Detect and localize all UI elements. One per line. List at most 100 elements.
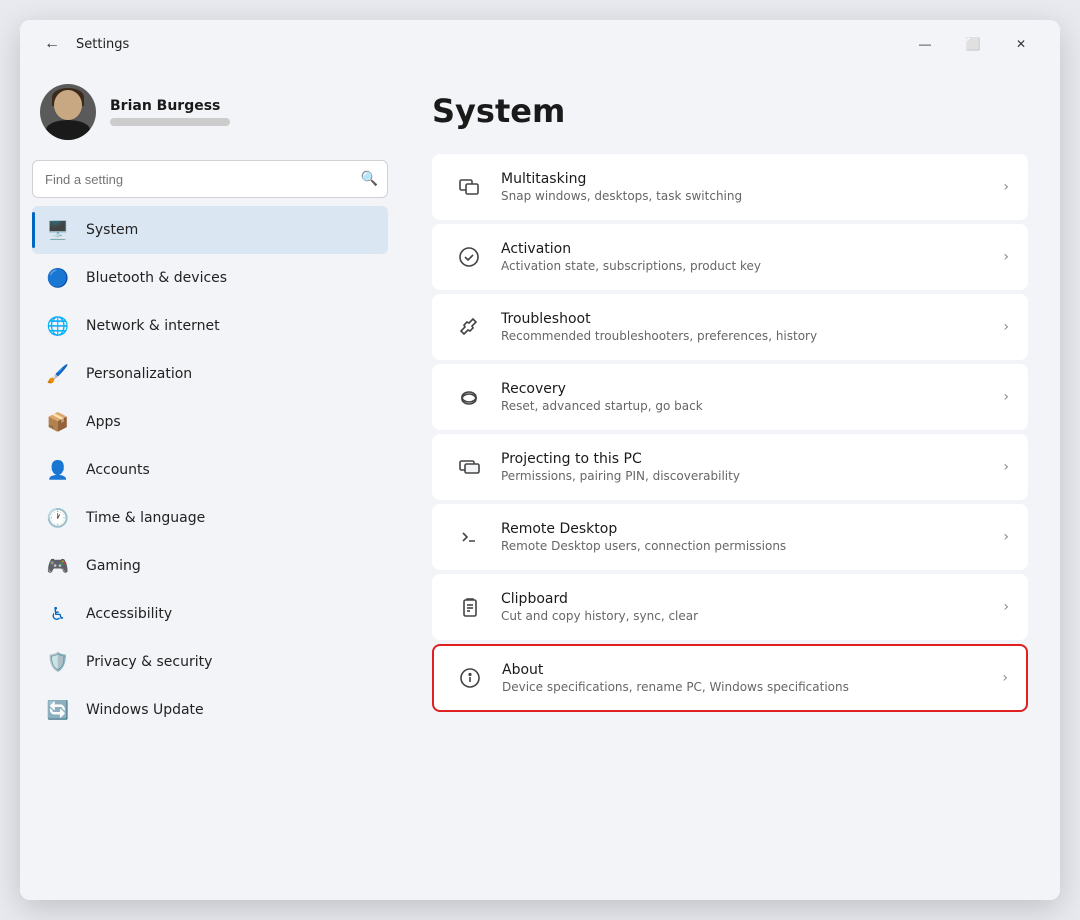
settings-item-about[interactable]: About Device specifications, rename PC, … (432, 644, 1028, 712)
multitasking-text: Multitasking Snap windows, desktops, tas… (501, 171, 995, 203)
recovery-title: Recovery (501, 381, 995, 397)
titlebar-title: Settings (76, 37, 129, 52)
sidebar-item-label-update: Windows Update (86, 702, 204, 718)
settings-item-clipboard[interactable]: Clipboard Cut and copy history, sync, cl… (432, 574, 1028, 640)
sidebar-item-network[interactable]: 🌐 Network & internet (32, 302, 388, 350)
close-button[interactable]: ✕ (998, 28, 1044, 60)
user-info: Brian Burgess (110, 98, 230, 126)
user-name: Brian Burgess (110, 98, 230, 114)
clipboard-subtitle: Cut and copy history, sync, clear (501, 609, 995, 623)
settings-window: ← Settings — ⬜ ✕ Brian Burgess (20, 20, 1060, 900)
troubleshoot-text: Troubleshoot Recommended troubleshooters… (501, 311, 995, 343)
maximize-button[interactable]: ⬜ (950, 28, 996, 60)
apps-icon: 📦 (44, 408, 72, 436)
sidebar-item-label-bluetooth: Bluetooth & devices (86, 270, 227, 286)
about-chevron: › (1002, 670, 1008, 686)
update-icon: 🔄 (44, 696, 72, 724)
sidebar-item-label-privacy: Privacy & security (86, 654, 212, 670)
clipboard-title: Clipboard (501, 591, 995, 607)
recovery-chevron: › (1003, 389, 1009, 405)
sidebar-item-personalization[interactable]: 🖌️ Personalization (32, 350, 388, 398)
settings-item-troubleshoot[interactable]: Troubleshoot Recommended troubleshooters… (432, 294, 1028, 360)
sidebar-item-label-accessibility: Accessibility (86, 606, 172, 622)
sidebar-item-label-accounts: Accounts (86, 462, 150, 478)
projecting-title: Projecting to this PC (501, 451, 995, 467)
personalization-icon: 🖌️ (44, 360, 72, 388)
minimize-button[interactable]: — (902, 28, 948, 60)
activation-subtitle: Activation state, subscriptions, product… (501, 259, 995, 273)
troubleshoot-icon (451, 309, 487, 345)
accessibility-icon: ♿ (44, 600, 72, 628)
search-input[interactable] (32, 160, 388, 198)
sidebar-item-label-apps: Apps (86, 414, 121, 430)
about-text: About Device specifications, rename PC, … (502, 662, 994, 694)
sidebar-item-privacy[interactable]: 🛡️ Privacy & security (32, 638, 388, 686)
about-icon (452, 660, 488, 696)
sidebar-item-accounts[interactable]: 👤 Accounts (32, 446, 388, 494)
multitasking-icon (451, 169, 487, 205)
nav-list: 🖥️ System 🔵 Bluetooth & devices 🌐 Networ… (32, 206, 388, 734)
user-detail-bar (110, 118, 230, 126)
projecting-subtitle: Permissions, pairing PIN, discoverabilit… (501, 469, 995, 483)
projecting-icon (451, 449, 487, 485)
clipboard-chevron: › (1003, 599, 1009, 615)
multitasking-subtitle: Snap windows, desktops, task switching (501, 189, 995, 203)
settings-item-remote-desktop[interactable]: Remote Desktop Remote Desktop users, con… (432, 504, 1028, 570)
network-icon: 🌐 (44, 312, 72, 340)
remote-desktop-text: Remote Desktop Remote Desktop users, con… (501, 521, 995, 553)
system-icon: 🖥️ (44, 216, 72, 244)
settings-list: Multitasking Snap windows, desktops, tas… (432, 154, 1028, 712)
multitasking-title: Multitasking (501, 171, 995, 187)
settings-item-recovery[interactable]: Recovery Reset, advanced startup, go bac… (432, 364, 1028, 430)
back-button[interactable]: ← (36, 28, 68, 60)
accounts-icon: 👤 (44, 456, 72, 484)
activation-title: Activation (501, 241, 995, 257)
main-content: System Multitasking Snap windows, deskto… (400, 68, 1060, 900)
sidebar-item-accessibility[interactable]: ♿ Accessibility (32, 590, 388, 638)
sidebar-item-label-time: Time & language (86, 510, 205, 526)
sidebar-item-label-gaming: Gaming (86, 558, 141, 574)
about-title: About (502, 662, 994, 678)
projecting-text: Projecting to this PC Permissions, pairi… (501, 451, 995, 483)
multitasking-chevron: › (1003, 179, 1009, 195)
activation-icon (451, 239, 487, 275)
titlebar: ← Settings — ⬜ ✕ (20, 20, 1060, 68)
sidebar-item-time[interactable]: 🕐 Time & language (32, 494, 388, 542)
sidebar-item-bluetooth[interactable]: 🔵 Bluetooth & devices (32, 254, 388, 302)
activation-chevron: › (1003, 249, 1009, 265)
remote-desktop-chevron: › (1003, 529, 1009, 545)
sidebar: Brian Burgess 🔍 🖥️ System 🔵 Bluetooth & … (20, 68, 400, 900)
content-area: Brian Burgess 🔍 🖥️ System 🔵 Bluetooth & … (20, 68, 1060, 900)
activation-text: Activation Activation state, subscriptio… (501, 241, 995, 273)
projecting-chevron: › (1003, 459, 1009, 475)
search-box: 🔍 (32, 160, 388, 198)
sidebar-item-label-personalization: Personalization (86, 366, 192, 382)
troubleshoot-subtitle: Recommended troubleshooters, preferences… (501, 329, 995, 343)
settings-item-projecting[interactable]: Projecting to this PC Permissions, pairi… (432, 434, 1028, 500)
window-controls: — ⬜ ✕ (902, 28, 1044, 60)
remote-desktop-title: Remote Desktop (501, 521, 995, 537)
sidebar-item-update[interactable]: 🔄 Windows Update (32, 686, 388, 734)
user-section: Brian Burgess (32, 68, 388, 160)
bluetooth-icon: 🔵 (44, 264, 72, 292)
privacy-icon: 🛡️ (44, 648, 72, 676)
sidebar-item-gaming[interactable]: 🎮 Gaming (32, 542, 388, 590)
remote-desktop-subtitle: Remote Desktop users, connection permiss… (501, 539, 995, 553)
sidebar-item-system[interactable]: 🖥️ System (32, 206, 388, 254)
page-title: System (432, 92, 1028, 130)
sidebar-item-label-system: System (86, 222, 138, 238)
about-subtitle: Device specifications, rename PC, Window… (502, 680, 994, 694)
remote-desktop-icon (451, 519, 487, 555)
clipboard-icon (451, 589, 487, 625)
troubleshoot-title: Troubleshoot (501, 311, 995, 327)
clipboard-text: Clipboard Cut and copy history, sync, cl… (501, 591, 995, 623)
troubleshoot-chevron: › (1003, 319, 1009, 335)
recovery-icon (451, 379, 487, 415)
gaming-icon: 🎮 (44, 552, 72, 580)
recovery-subtitle: Reset, advanced startup, go back (501, 399, 995, 413)
settings-item-multitasking[interactable]: Multitasking Snap windows, desktops, tas… (432, 154, 1028, 220)
sidebar-item-apps[interactable]: 📦 Apps (32, 398, 388, 446)
settings-item-activation[interactable]: Activation Activation state, subscriptio… (432, 224, 1028, 290)
time-icon: 🕐 (44, 504, 72, 532)
avatar (40, 84, 96, 140)
